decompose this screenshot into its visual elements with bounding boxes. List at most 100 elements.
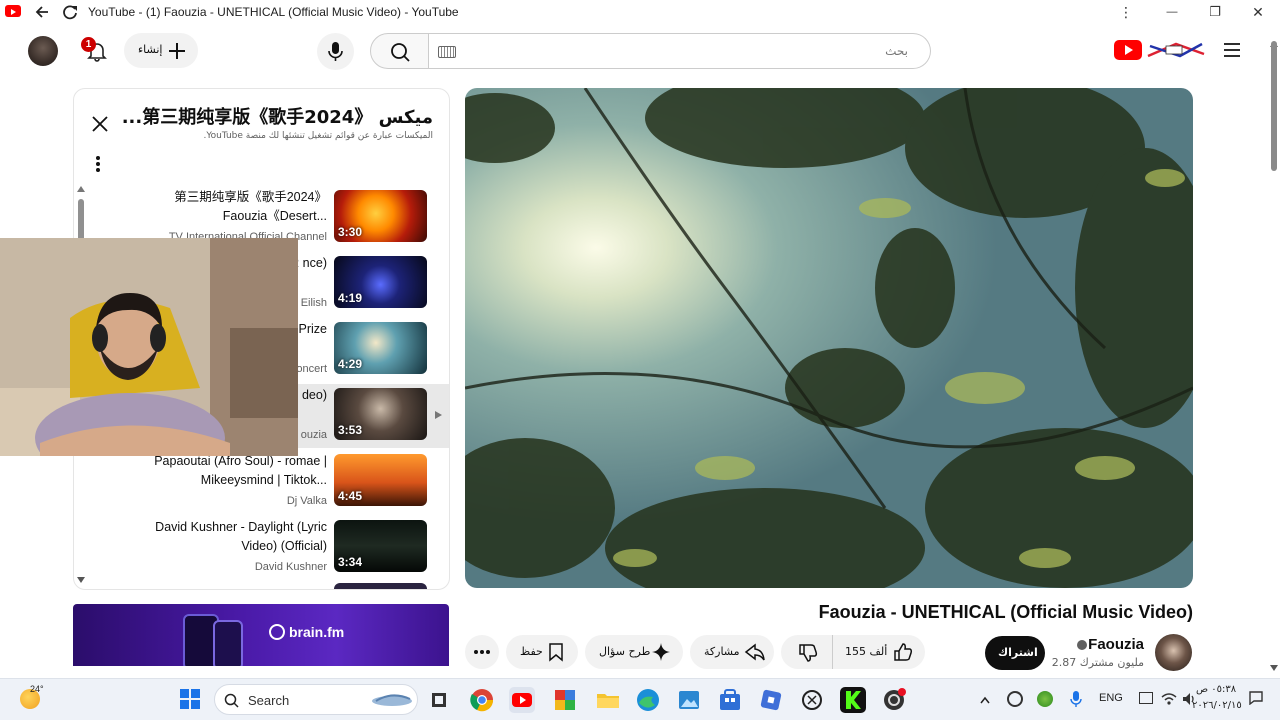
create-button[interactable]: إنشاء (124, 33, 198, 68)
channel-avatar[interactable] (1155, 634, 1192, 671)
video-thumbnail[interactable]: 3:34 (334, 520, 427, 572)
video-thumbnail[interactable]: 4:19 (334, 256, 427, 308)
playlist-item-title[interactable]: 第三期纯享版《歌手2024》 Faouzia《Desert... (127, 188, 327, 226)
playlist-item[interactable]: 4:45 Papaoutai (Afro Soul) - romae | Mik… (74, 450, 449, 514)
clock-time[interactable]: ٠٥:٣٨ ص (1196, 684, 1236, 695)
chrome-icon[interactable] (469, 687, 495, 713)
chatgpt-icon[interactable] (799, 687, 825, 713)
video-duration: 4:19 (338, 291, 363, 305)
video-duration: 3:53 (338, 423, 363, 437)
subscriber-count: 2.87 مليون مشترك (1051, 656, 1144, 669)
clock-date[interactable]: ٢٠٢٦/٠٢/١٥ (1192, 700, 1242, 711)
playlist-item-title[interactable]: Papaoutai (Afro Soul) - romae | Mikeeysm… (127, 452, 327, 490)
more-actions-button[interactable] (465, 635, 499, 669)
video-frame[interactable] (465, 88, 1193, 588)
video-player[interactable] (465, 88, 1193, 588)
obs-icon[interactable] (881, 687, 907, 713)
playlist-item-title[interactable]: David Kushner - Daylight (Lyric Video) (… (127, 518, 327, 556)
playlist-title[interactable]: ميكس 《歌手2024》第三期纯享版... (122, 103, 433, 129)
guide-menu-icon[interactable] (1222, 40, 1242, 60)
network-tray-icon[interactable] (1007, 691, 1023, 707)
app-tray-icon[interactable] (1037, 691, 1053, 707)
browser-title-bar: YouTube - (1) Faouzia - UNETHICAL (Offic… (0, 0, 1280, 25)
show-hidden-icons-icon[interactable] (979, 693, 991, 705)
video-title: Faouzia - UNETHICAL (Official Music Vide… (818, 602, 1193, 622)
channel-name[interactable]: Faouzia (1088, 636, 1144, 653)
app-icon-colorful[interactable] (552, 687, 578, 713)
playlist-more-icon[interactable] (94, 155, 102, 173)
video-duration: 3:30 (338, 225, 363, 239)
search-box (428, 33, 931, 69)
photos-icon[interactable] (676, 687, 702, 713)
playlist-item-channel: David Kushner (254, 561, 327, 573)
video-thumbnail[interactable]: 4:45 (334, 454, 427, 506)
search-button[interactable] (370, 33, 429, 69)
maximize-icon[interactable]: ❐ (1205, 3, 1225, 21)
thumbs-down-icon (798, 643, 818, 663)
keyboard-icon[interactable] (438, 46, 456, 58)
scrollbar-thumb[interactable] (1271, 41, 1277, 171)
close-window-icon[interactable]: ✕ (1248, 3, 1268, 21)
ask-button[interactable]: طرح سؤال (585, 635, 683, 669)
start-button[interactable] (180, 689, 200, 709)
reload-icon[interactable] (61, 3, 79, 21)
file-explorer-icon[interactable] (595, 687, 621, 713)
minimize-icon[interactable]: — (1162, 3, 1182, 21)
youtube-favicon-icon (5, 5, 21, 17)
video-duration: 4:45 (338, 489, 363, 503)
video-thumbnail[interactable]: 3:53 (334, 388, 427, 440)
share-icon (744, 642, 766, 662)
display-tray-icon[interactable] (1139, 692, 1153, 704)
plus-icon (166, 40, 188, 62)
voice-search-button[interactable] (317, 33, 354, 70)
like-button[interactable]: 155 ألف (833, 635, 925, 669)
youtube-taskbar-icon[interactable] (509, 687, 535, 713)
like-dislike-group: 155 ألف (781, 635, 925, 669)
webcam-overlay (0, 238, 298, 456)
create-label: إنشاء (138, 43, 163, 56)
bookmark-icon (548, 642, 564, 662)
brain-fm-logo-icon (269, 624, 285, 640)
masthead: 1 إنشاء (0, 25, 1268, 77)
youtube-logo-icon[interactable] (1114, 40, 1142, 60)
video-duration: 4:29 (338, 357, 363, 371)
taskbar-search[interactable]: Search (214, 684, 418, 715)
save-button[interactable]: حفظ (506, 635, 578, 669)
kick-icon[interactable] (840, 687, 866, 713)
search-icon (391, 43, 410, 62)
thumbs-up-icon (893, 642, 913, 662)
scroll-down-icon[interactable] (1270, 665, 1278, 671)
task-view-icon[interactable] (426, 687, 452, 713)
edge-icon[interactable] (635, 687, 661, 713)
window-title: YouTube - (1) Faouzia - UNETHICAL (Offic… (88, 5, 459, 19)
browser-menu-icon[interactable]: ⋮ (1116, 3, 1136, 21)
avatar[interactable] (28, 36, 58, 66)
subscribe-button[interactable]: اشتراك (985, 636, 1045, 670)
playlist-item-channel: Dj Valka (286, 495, 327, 507)
playlist-item[interactable]: 3:34 David Kushner - Daylight (Lyric Vid… (74, 516, 449, 580)
playlist-item-channel: oncert (296, 363, 327, 375)
roblox-icon[interactable] (758, 687, 784, 713)
store-icon[interactable] (717, 687, 743, 713)
windows-logo-icon (180, 689, 200, 709)
page-scrollbar[interactable] (1268, 25, 1280, 678)
taskbar-search-label: Search (248, 693, 290, 708)
subscribe-label: اشتراك (998, 646, 1038, 659)
dislike-button[interactable] (781, 635, 833, 669)
close-playlist-icon[interactable] (90, 114, 110, 134)
playlist-item-channel: Eilish (300, 297, 327, 309)
doodle-logo[interactable] (1146, 40, 1206, 60)
share-button[interactable]: مشاركة (690, 635, 774, 669)
wifi-tray-icon[interactable] (1160, 691, 1178, 707)
notification-center-icon[interactable] (1249, 691, 1263, 706)
search-input[interactable] (468, 34, 908, 68)
notification-badge: 1 (81, 37, 96, 52)
back-icon[interactable] (34, 3, 52, 21)
microphone-tray-icon[interactable] (1070, 690, 1082, 708)
ad-banner[interactable]: brain.fm (73, 604, 449, 666)
video-thumbnail[interactable]: 3:30 (334, 190, 427, 242)
language-indicator[interactable]: ENG (1099, 692, 1123, 704)
video-thumbnail[interactable]: 4:29 (334, 322, 427, 374)
share-label: مشاركة (704, 645, 740, 658)
now-playing-icon (435, 411, 442, 419)
